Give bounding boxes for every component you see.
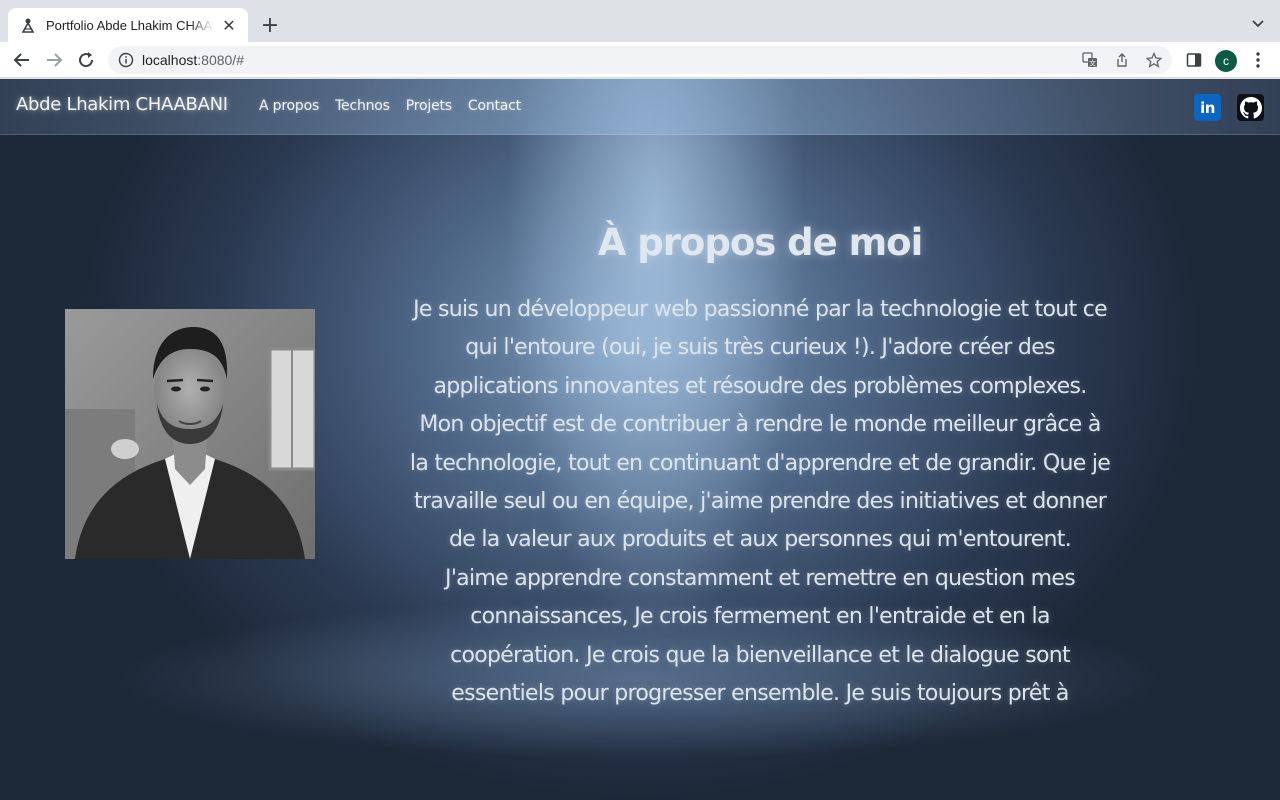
share-icon[interactable]	[1112, 50, 1132, 70]
about-paragraph: Mon objectif est de contribuer à rendre …	[409, 412, 1111, 553]
nav-links: A propos Technos Projets Contact	[259, 98, 521, 114]
linkedin-icon: in	[1200, 98, 1215, 117]
tab-title: Portfolio Abde Lhakim CHAABANI	[46, 17, 214, 33]
about-paragraph: Je suis un développeur web passionné par…	[413, 297, 1108, 399]
address-bar[interactable]: localhost:8080/# 文	[108, 46, 1172, 74]
side-panel-icon[interactable]	[1182, 48, 1206, 72]
nav-link-technos[interactable]: Technos	[335, 98, 390, 114]
url-text: localhost:8080/#	[142, 52, 244, 68]
browser-toolbar: localhost:8080/# 文 c	[0, 42, 1280, 78]
site-brand-link[interactable]: Abde Lhakim CHAABANI	[16, 94, 228, 115]
tab-search-chevron-icon[interactable]	[1248, 13, 1268, 33]
translate-icon[interactable]: 文	[1080, 50, 1100, 70]
profile-avatar[interactable]: c	[1215, 50, 1237, 72]
site-favicon-icon	[21, 18, 35, 33]
about-text: Je suis un développeur web passionné par…	[408, 291, 1112, 713]
reload-icon[interactable]	[74, 48, 98, 72]
forward-arrow-icon[interactable]	[42, 48, 66, 72]
nav-link-contact[interactable]: Contact	[468, 98, 521, 114]
site-info-icon[interactable]	[118, 52, 134, 68]
new-tab-icon[interactable]: +	[258, 13, 282, 38]
github-icon	[1239, 96, 1262, 118]
svg-text:文: 文	[1089, 59, 1096, 68]
back-arrow-icon[interactable]	[10, 48, 34, 72]
about-paragraph: J'aime apprendre constamment et remettre…	[445, 565, 1076, 707]
nav-link-projets[interactable]: Projets	[406, 98, 452, 114]
browser-tab-strip: Portfolio Abde Lhakim CHAABANI ✕ +	[0, 0, 1280, 42]
profile-photo	[65, 309, 315, 559]
about-heading: À propos de moi	[597, 221, 924, 264]
site-navbar: Abde Lhakim CHAABANI A propos Technos Pr…	[0, 79, 1280, 135]
linkedin-link[interactable]: in	[1194, 94, 1221, 121]
github-link[interactable]	[1237, 94, 1264, 121]
page-viewport: Abde Lhakim CHAABANI A propos Technos Pr…	[0, 79, 1280, 800]
browser-menu-icon[interactable]	[1248, 50, 1268, 70]
browser-tab[interactable]: Portfolio Abde Lhakim CHAABANI ✕	[8, 8, 248, 42]
close-tab-icon[interactable]: ✕	[220, 16, 238, 35]
bookmark-star-icon[interactable]	[1144, 50, 1164, 70]
nav-link-a-propos[interactable]: A propos	[259, 98, 319, 114]
